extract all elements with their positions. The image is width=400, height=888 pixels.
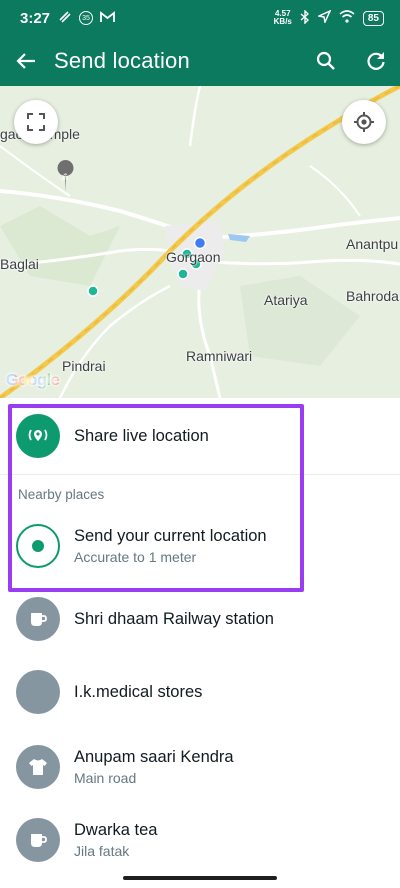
map-label-pindrai: Pindrai — [62, 358, 106, 374]
map-label-baglai: Baglai — [0, 256, 39, 272]
map-label-ramniwari: Ramniwari — [186, 348, 253, 364]
status-time: 3:27 — [20, 9, 51, 27]
send-current-location-label: Send your current location — [74, 527, 267, 545]
list-item[interactable]: Anupam saari Kendra Main road — [0, 730, 400, 804]
accuracy-label: Accurate to 1 meter — [74, 549, 197, 565]
current-location-icon — [16, 524, 60, 568]
network-speed: 4.57 KB/s — [273, 9, 292, 26]
home-indicator[interactable] — [123, 876, 277, 880]
svg-text:ॐ: ॐ — [60, 173, 68, 184]
place-icon — [16, 670, 60, 714]
search-icon — [316, 51, 335, 70]
list-item[interactable]: Shri dhaam Railway station — [0, 584, 400, 654]
google-logo: Google — [6, 372, 60, 389]
battery-indicator: 85 — [362, 10, 384, 26]
place-address: Main road — [74, 770, 137, 786]
notification-badge: 35 — [79, 11, 94, 25]
place-name: I.k.medical stores — [74, 682, 203, 701]
share-live-location-item[interactable]: Share live location — [0, 398, 400, 474]
share-live-location-label: Share live location — [74, 426, 209, 445]
list-item[interactable]: I.k.medical stores — [0, 654, 400, 730]
wifi-calling-icon — [58, 10, 72, 27]
map-label-atariya: Atariya — [264, 292, 308, 308]
gmail-icon — [100, 10, 115, 26]
status-left-icons: 35 — [58, 10, 115, 27]
crosshair-icon — [354, 112, 374, 132]
send-current-location-item[interactable]: Send your current location Accurate to 1… — [0, 508, 400, 584]
status-bar: 3:27 35 4.57 KB/s 85 — [0, 0, 400, 36]
my-location-button[interactable] — [342, 100, 386, 144]
fullscreen-button[interactable] — [14, 100, 58, 144]
place-name: Anupam saari Kendra — [74, 748, 234, 766]
map-label-bahroda: Bahroda — [346, 288, 399, 304]
live-location-icon — [16, 414, 60, 458]
bluetooth-icon — [300, 8, 310, 27]
map-label-anantpu: Anantpu — [346, 236, 399, 252]
search-button[interactable] — [314, 49, 338, 73]
page-title: Send location — [54, 48, 190, 73]
back-button[interactable] — [14, 49, 38, 73]
app-bar: Send location — [0, 36, 400, 86]
arrow-left-icon — [16, 53, 35, 69]
place-name: Shri dhaam Railway station — [74, 609, 274, 628]
refresh-button[interactable] — [364, 49, 388, 73]
refresh-icon — [367, 52, 385, 70]
location-list: Share live location Nearby places Send y… — [0, 398, 400, 876]
list-item[interactable]: Dwarka tea Jila fatak — [0, 804, 400, 876]
place-name: Dwarka tea — [74, 821, 158, 839]
wifi-icon — [339, 10, 355, 26]
coffee-cup-icon — [16, 597, 60, 641]
fullscreen-icon — [27, 113, 45, 131]
map-view[interactable]: ॐ gaon Temple Gorgaon Baglai Anantpu Bah… — [0, 86, 400, 398]
nearby-places-header: Nearby places — [0, 474, 400, 508]
map-label-gorgaon: Gorgaon — [166, 249, 221, 265]
place-address: Jila fatak — [74, 843, 130, 859]
status-right-icons: 4.57 KB/s 85 — [273, 8, 384, 27]
coffee-cup-icon — [16, 818, 60, 862]
tshirt-icon — [16, 745, 60, 789]
location-arrow-icon — [316, 9, 332, 26]
